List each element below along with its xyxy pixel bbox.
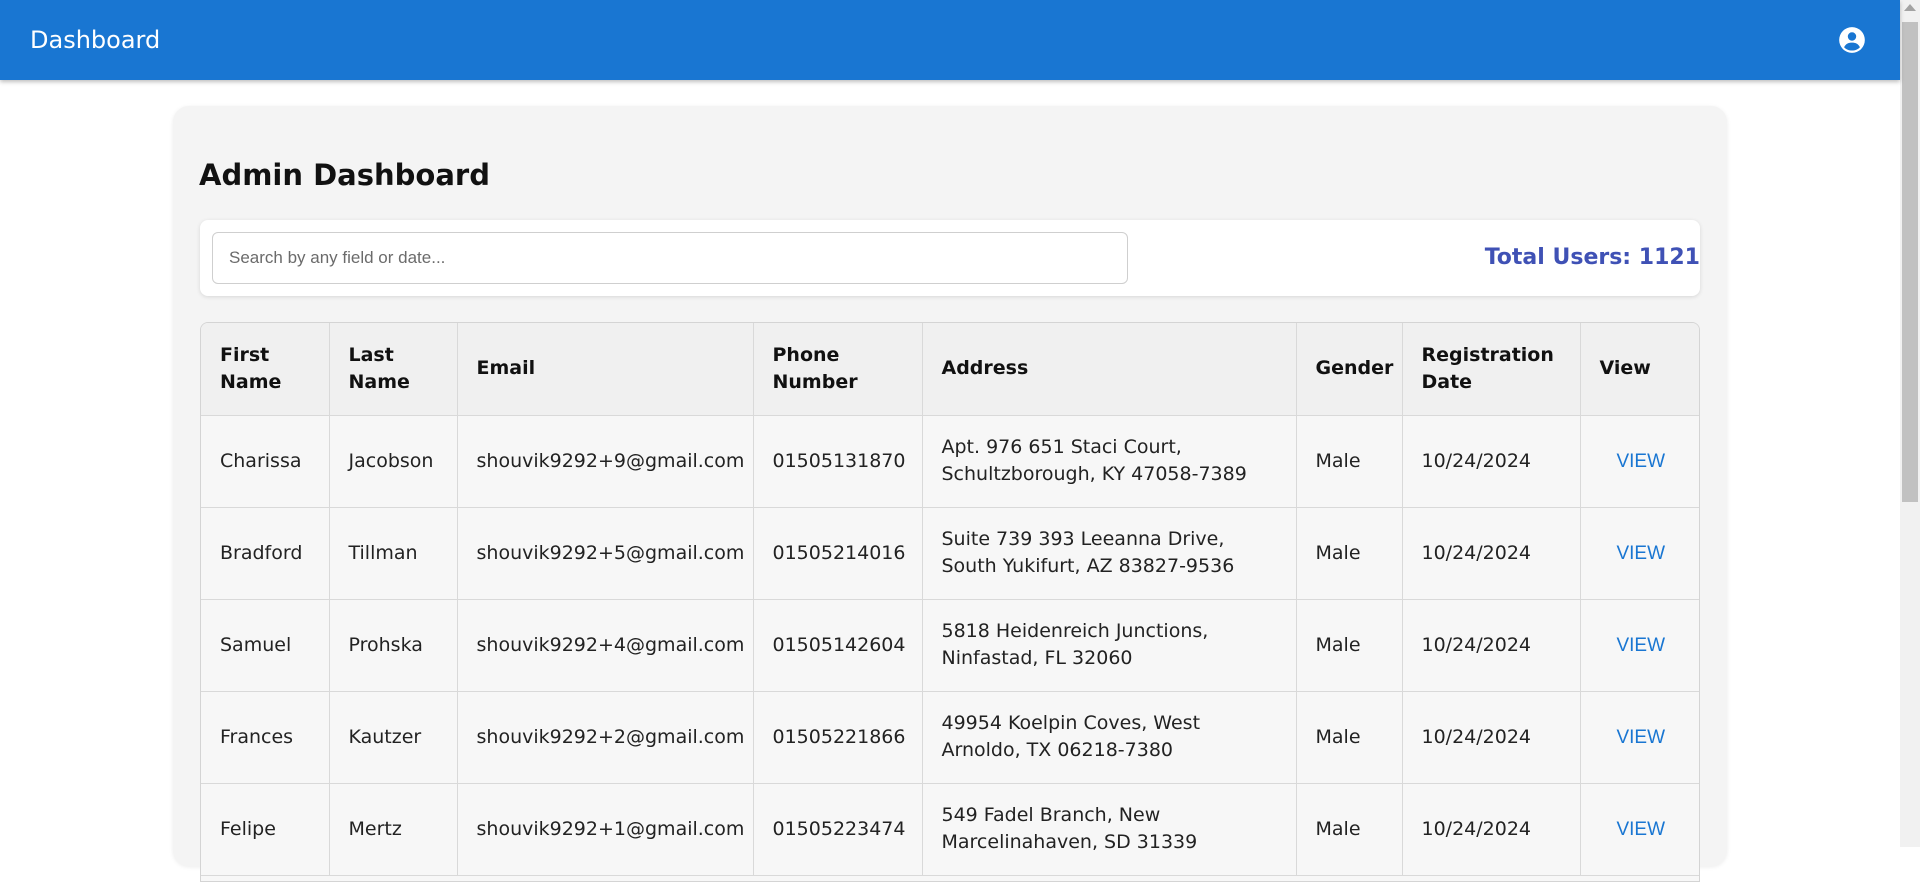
- column-header-first-name[interactable]: First Name: [201, 323, 330, 416]
- view-button[interactable]: VIEW: [1600, 724, 1683, 751]
- vertical-scrollbar[interactable]: [1900, 0, 1920, 847]
- cell-first-name: Samuel: [201, 599, 330, 692]
- view-button[interactable]: VIEW: [1600, 816, 1683, 843]
- view-button[interactable]: VIEW: [1600, 448, 1683, 475]
- column-header-view: View: [1580, 323, 1699, 416]
- cell-registration-date: 10/24/2024: [1402, 507, 1581, 600]
- cell-last-name: Jacobson: [329, 415, 458, 508]
- cell-first-name: Bradford: [201, 507, 330, 600]
- cell-phone: 01505214016: [753, 507, 923, 600]
- column-header-last-name[interactable]: Last Name: [329, 323, 458, 416]
- users-table: First Name Last Name Email Phone Number …: [201, 323, 1699, 876]
- dashboard-panel: Admin Dashboard Total Users: 1121 First …: [173, 106, 1727, 882]
- scrollbar-thumb[interactable]: [1902, 22, 1918, 502]
- table-row: Samuel Prohska shouvik9292+4@gmail.com 0…: [201, 599, 1699, 692]
- app-title: Dashboard: [30, 26, 161, 54]
- cell-first-name: Felipe: [201, 783, 330, 876]
- cell-phone: 01505221866: [753, 691, 923, 784]
- cell-address: 49954 Koelpin Coves, West Arnoldo, TX 06…: [922, 691, 1297, 784]
- scroll-up-arrow-icon[interactable]: [1904, 4, 1916, 11]
- cell-gender: Male: [1296, 415, 1403, 508]
- column-header-address[interactable]: Address: [922, 323, 1297, 416]
- table-row: Frances Kautzer shouvik9292+2@gmail.com …: [201, 691, 1699, 784]
- cell-gender: Male: [1296, 691, 1403, 784]
- column-header-phone[interactable]: Phone Number: [753, 323, 923, 416]
- table-row: Felipe Mertz shouvik9292+1@gmail.com 015…: [201, 783, 1699, 876]
- cell-email: shouvik9292+1@gmail.com: [457, 783, 754, 876]
- cell-view: VIEW: [1580, 691, 1699, 784]
- page-title: Admin Dashboard: [199, 158, 490, 192]
- column-header-registration-date[interactable]: Registration Date: [1402, 323, 1581, 416]
- cell-last-name: Prohska: [329, 599, 458, 692]
- cell-view: VIEW: [1580, 507, 1699, 600]
- cell-registration-date: 10/24/2024: [1402, 783, 1581, 876]
- cell-phone: 01505223474: [753, 783, 923, 876]
- cell-view: VIEW: [1580, 783, 1699, 876]
- search-card: Total Users: 1121: [200, 220, 1700, 296]
- cell-registration-date: 10/24/2024: [1402, 691, 1581, 784]
- cell-phone: 01505131870: [753, 415, 923, 508]
- table-header-row: First Name Last Name Email Phone Number …: [201, 323, 1699, 416]
- cell-email: shouvik9292+9@gmail.com: [457, 415, 754, 508]
- account-button[interactable]: [1834, 22, 1870, 58]
- cell-email: shouvik9292+2@gmail.com: [457, 691, 754, 784]
- cell-email: shouvik9292+5@gmail.com: [457, 507, 754, 600]
- cell-address: 549 Fadel Branch, New Marcelinahaven, SD…: [922, 783, 1297, 876]
- cell-email: shouvik9292+4@gmail.com: [457, 599, 754, 692]
- cell-view: VIEW: [1580, 599, 1699, 692]
- total-users-label: Total Users: 1121: [1484, 245, 1700, 270]
- cell-last-name: Kautzer: [329, 691, 458, 784]
- cell-registration-date: 10/24/2024: [1402, 599, 1581, 692]
- users-table-container: First Name Last Name Email Phone Number …: [200, 322, 1700, 882]
- cell-gender: Male: [1296, 507, 1403, 600]
- view-button[interactable]: VIEW: [1600, 632, 1683, 659]
- account-circle-icon: [1839, 27, 1865, 53]
- cell-last-name: Mertz: [329, 783, 458, 876]
- cell-address: Apt. 976 651 Staci Court, Schultzborough…: [922, 415, 1297, 508]
- total-users-count: Total Users: 1121: [1400, 245, 1700, 270]
- view-button[interactable]: VIEW: [1600, 540, 1683, 567]
- column-header-gender[interactable]: Gender: [1296, 323, 1403, 416]
- cell-first-name: Frances: [201, 691, 330, 784]
- cell-gender: Male: [1296, 783, 1403, 876]
- cell-address: 5818 Heidenreich Junctions, Ninfastad, F…: [922, 599, 1297, 692]
- cell-phone: 01505142604: [753, 599, 923, 692]
- cell-last-name: Tillman: [329, 507, 458, 600]
- cell-view: VIEW: [1580, 415, 1699, 508]
- search-input[interactable]: [212, 232, 1128, 284]
- cell-address: Suite 739 393 Leeanna Drive, South Yukif…: [922, 507, 1297, 600]
- cell-registration-date: 10/24/2024: [1402, 415, 1581, 508]
- column-header-email[interactable]: Email: [457, 323, 754, 416]
- table-row: Bradford Tillman shouvik9292+5@gmail.com…: [201, 507, 1699, 600]
- table-row: Charissa Jacobson shouvik9292+9@gmail.co…: [201, 415, 1699, 508]
- app-bar: Dashboard: [0, 0, 1900, 80]
- cell-first-name: Charissa: [201, 415, 330, 508]
- cell-gender: Male: [1296, 599, 1403, 692]
